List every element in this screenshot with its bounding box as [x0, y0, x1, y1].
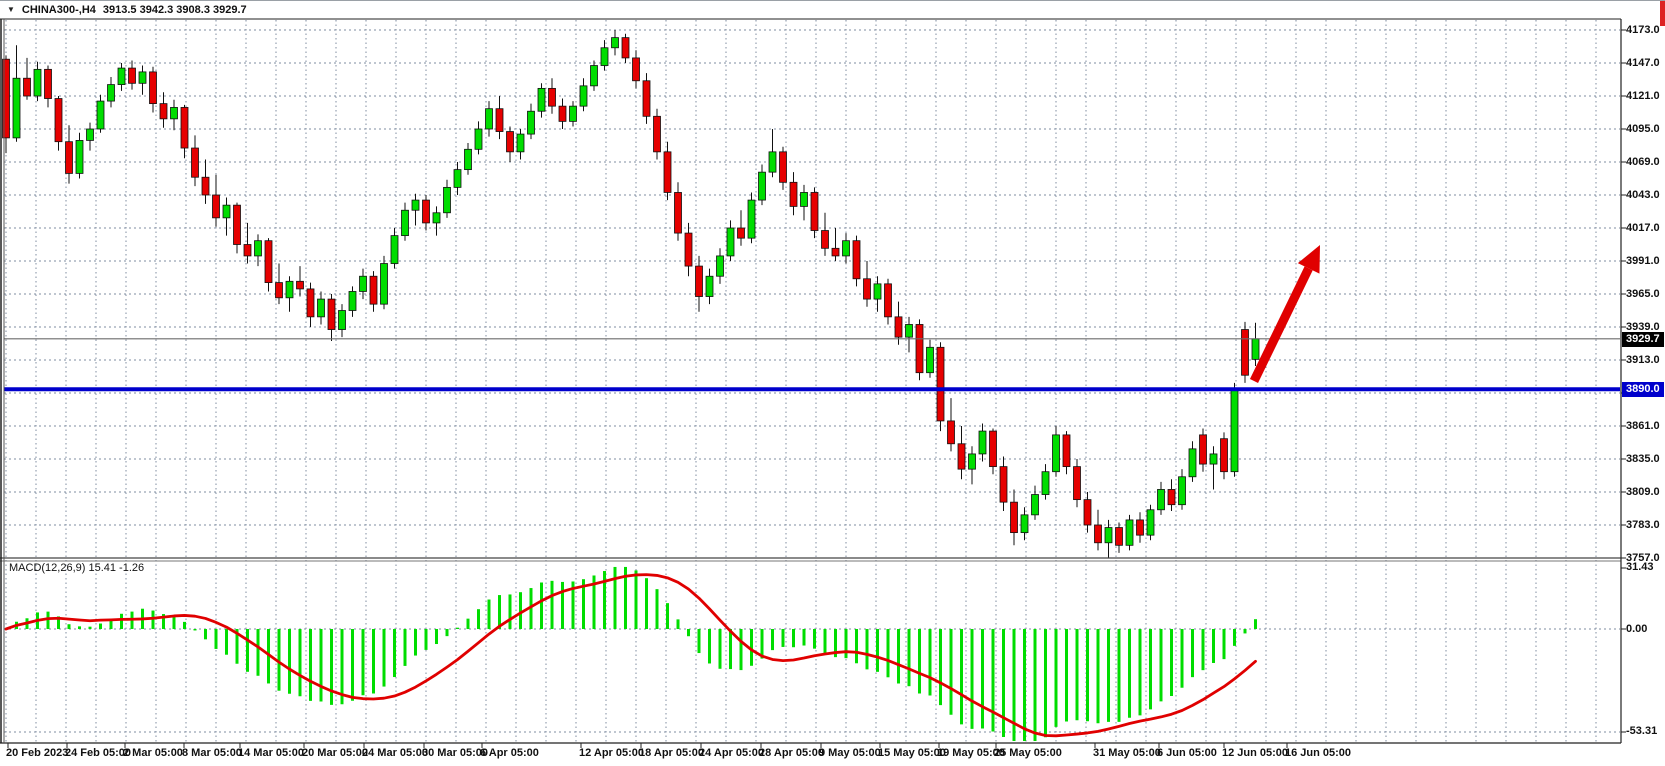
time-axis-label: 9 May 05:00 [819, 747, 881, 759]
time-axis-label: 24 Mar 05:00 [362, 747, 428, 759]
price-axis-label: 3991.0 [1626, 255, 1660, 268]
macd-axis-min: -53.31 [1626, 725, 1657, 738]
time-axis-label: 25 May 05:00 [994, 747, 1062, 759]
current-price-tag: 3929.7 [1622, 332, 1664, 347]
price-axis-label: 3861.0 [1626, 420, 1660, 433]
time-axis-label: 20 Feb 2023 [6, 747, 68, 759]
time-axis-label: 24 Apr 05:00 [699, 747, 764, 759]
chart-window: ▼ CHINA300-,H4 3913.5 3942.3 3908.3 3929… [0, 0, 1665, 766]
indicator-label: MACD(12,26,9) 15.41 -1.26 [9, 562, 144, 574]
price-axis-label: 4017.0 [1626, 222, 1660, 235]
price-axis-label: 4095.0 [1626, 123, 1660, 136]
time-axis-label: 18 Apr 05:00 [639, 747, 704, 759]
price-axis-label: 4043.0 [1626, 189, 1660, 202]
time-axis-label: 28 Apr 05:00 [759, 747, 824, 759]
chart-canvas[interactable] [0, 1, 1665, 766]
time-axis-label: 12 Jun 05:00 [1222, 747, 1288, 759]
price-axis-label: 3913.0 [1626, 354, 1660, 367]
time-axis-label: 12 Apr 05:00 [579, 747, 644, 759]
macd-axis-max: 31.43 [1626, 561, 1654, 574]
time-axis-label: 31 May 05:00 [1093, 747, 1161, 759]
time-axis-label: 14 Mar 05:00 [238, 747, 304, 759]
price-axis-label: 4173.0 [1626, 24, 1660, 37]
price-axis-label: 3965.0 [1626, 288, 1660, 301]
hline-price-tag[interactable]: 3890.0 [1622, 382, 1664, 397]
time-axis-label: 8 Mar 05:00 [182, 747, 242, 759]
price-axis-label: 4121.0 [1626, 90, 1660, 103]
macd-axis-zero: 0.00 [1626, 623, 1647, 636]
time-axis-label: 30 Mar 05:00 [422, 747, 488, 759]
price-axis-label: 3835.0 [1626, 453, 1660, 466]
time-axis-label: 6 Apr 05:00 [480, 747, 539, 759]
price-axis-label: 3783.0 [1626, 519, 1660, 532]
price-axis-label: 3809.0 [1626, 486, 1660, 499]
price-axis-label: 4069.0 [1626, 156, 1660, 169]
time-axis-label: 16 Jun 05:00 [1285, 747, 1351, 759]
time-axis-label: 20 Mar 05:00 [302, 747, 368, 759]
time-axis-label: 15 May 05:00 [878, 747, 946, 759]
time-axis-label: 2 Mar 05:00 [123, 747, 183, 759]
time-axis-label: 6 Jun 05:00 [1157, 747, 1217, 759]
price-axis-label: 4147.0 [1626, 57, 1660, 70]
time-axis-label: 24 Feb 05:00 [65, 747, 131, 759]
red-corner-marker [1660, 1, 1665, 26]
